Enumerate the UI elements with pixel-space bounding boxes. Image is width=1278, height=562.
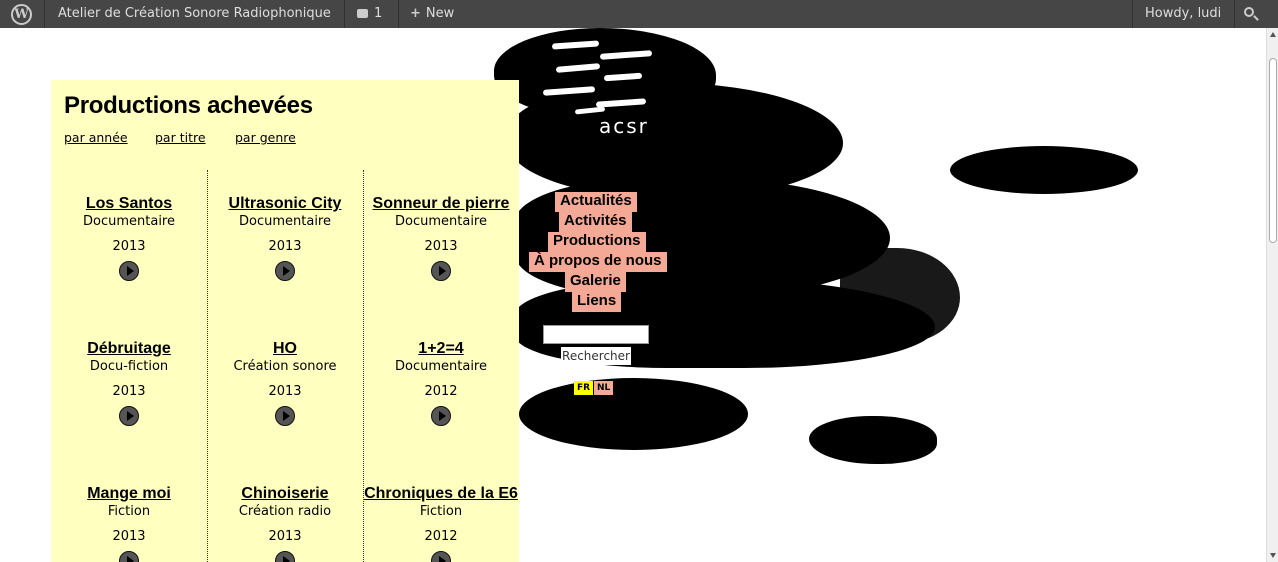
divider — [44, 0, 45, 28]
production-year: 2013 — [112, 384, 146, 399]
scroll-down-icon[interactable] — [1270, 553, 1276, 558]
new-label: New — [425, 6, 455, 21]
play-icon[interactable] — [119, 406, 139, 426]
nav-item-actualites[interactable]: Actualités — [555, 192, 637, 212]
search-icon-handle — [1253, 15, 1259, 21]
divider — [1234, 0, 1235, 28]
wordpress-menu[interactable]: W — [0, 0, 44, 28]
divider — [1132, 0, 1133, 28]
production-year: 2013 — [424, 239, 458, 254]
production-year: 2012 — [424, 384, 458, 399]
search-input[interactable] — [543, 325, 649, 344]
divider — [398, 0, 399, 28]
play-icon[interactable] — [275, 406, 295, 426]
production-card: Chroniques de la E6 Fiction 2012 — [363, 485, 519, 562]
admin-search-button[interactable] — [1236, 0, 1266, 28]
account-menu[interactable]: Howdy, ludi — [1135, 0, 1231, 28]
sort-by-year-link[interactable]: par année — [64, 130, 128, 145]
play-icon[interactable] — [275, 261, 295, 281]
divider — [344, 0, 345, 28]
production-genre: Fiction — [107, 504, 151, 519]
nav-item-productions[interactable]: Productions — [548, 232, 646, 252]
production-card: Mange moi Fiction 2013 — [51, 485, 207, 562]
nav-item-galerie[interactable]: Galerie — [565, 272, 626, 292]
productions-panel: Productions achevées par année par titre… — [51, 80, 519, 562]
new-content-button[interactable]: + New — [400, 0, 464, 28]
play-icon[interactable] — [431, 406, 451, 426]
production-genre: Documentaire — [239, 214, 331, 229]
production-genre: Docu-fiction — [89, 359, 169, 374]
site-name-link[interactable]: Atelier de Création Sonore Radiophonique — [48, 0, 341, 28]
sort-by-genre-link[interactable]: par genre — [235, 130, 296, 145]
site-logo-text[interactable]: acsr — [599, 114, 649, 138]
play-icon[interactable] — [431, 551, 451, 562]
production-year: 2013 — [112, 239, 146, 254]
production-year: 2013 — [112, 529, 146, 544]
production-genre: Création radio — [238, 504, 332, 519]
ink-blob — [519, 378, 748, 450]
production-title-link[interactable]: HO — [207, 340, 363, 357]
production-year: 2013 — [268, 529, 302, 544]
production-title-link[interactable]: Mange moi — [51, 485, 207, 502]
ink-blob — [840, 248, 960, 343]
production-title-link[interactable]: 1+2=4 — [363, 340, 519, 357]
production-year: 2013 — [268, 239, 302, 254]
production-title-link[interactable]: Chroniques de la E6 — [363, 485, 519, 502]
production-year: 2013 — [268, 384, 302, 399]
production-genre: Documentaire — [395, 359, 487, 374]
language-fr[interactable]: FR — [574, 381, 594, 395]
admin-bar: W Atelier de Création Sonore Radiophoniq… — [0, 0, 1278, 28]
plus-icon: + — [410, 6, 421, 21]
production-genre: Fiction — [419, 504, 463, 519]
production-genre: Documentaire — [83, 214, 175, 229]
scroll-up-icon[interactable] — [1270, 32, 1276, 37]
play-icon[interactable] — [119, 261, 139, 281]
production-card: Chinoiserie Création radio 2013 — [207, 485, 363, 562]
nav-item-activites[interactable]: Activités — [559, 212, 632, 232]
play-icon[interactable] — [431, 261, 451, 281]
comments-link[interactable]: 1 — [347, 0, 392, 28]
production-title-link[interactable]: Ultrasonic City — [207, 195, 363, 212]
production-title-link[interactable]: Los Santos — [51, 195, 207, 212]
production-card: HO Création sonore 2013 — [207, 340, 363, 426]
wordpress-icon: W — [11, 4, 32, 25]
search-button[interactable]: Rechercher — [561, 347, 631, 365]
production-card: Sonneur de pierre Documentaire 2013 — [363, 195, 519, 281]
production-card: Los Santos Documentaire 2013 — [51, 195, 207, 281]
page-title: Productions achevées — [64, 92, 313, 119]
production-title-link[interactable]: Chinoiserie — [207, 485, 363, 502]
play-icon[interactable] — [275, 551, 295, 562]
production-genre: Documentaire — [395, 214, 487, 229]
production-title-link[interactable]: Débruitage — [51, 340, 207, 357]
page-content: acsr Productions achevées par année par … — [0, 28, 1266, 562]
play-icon[interactable] — [119, 551, 139, 562]
ink-blob — [950, 146, 1138, 194]
comments-count: 1 — [374, 6, 383, 21]
production-year: 2012 — [424, 529, 458, 544]
production-card: Ultrasonic City Documentaire 2013 — [207, 195, 363, 281]
production-genre: Création sonore — [233, 359, 337, 374]
nav-item-a-propos[interactable]: À propos de nous — [529, 252, 667, 272]
ink-blob — [809, 416, 937, 464]
comment-icon — [357, 9, 368, 18]
production-card: 1+2=4 Documentaire 2012 — [363, 340, 519, 426]
production-card: Débruitage Docu-fiction 2013 — [51, 340, 207, 426]
production-title-link[interactable]: Sonneur de pierre — [363, 195, 519, 212]
sort-by-title-link[interactable]: par titre — [155, 130, 206, 145]
language-nl[interactable]: NL — [594, 381, 614, 395]
scrollbar[interactable] — [1266, 28, 1278, 562]
nav-item-liens[interactable]: Liens — [572, 292, 622, 312]
scrollbar-thumb[interactable] — [1269, 58, 1277, 243]
